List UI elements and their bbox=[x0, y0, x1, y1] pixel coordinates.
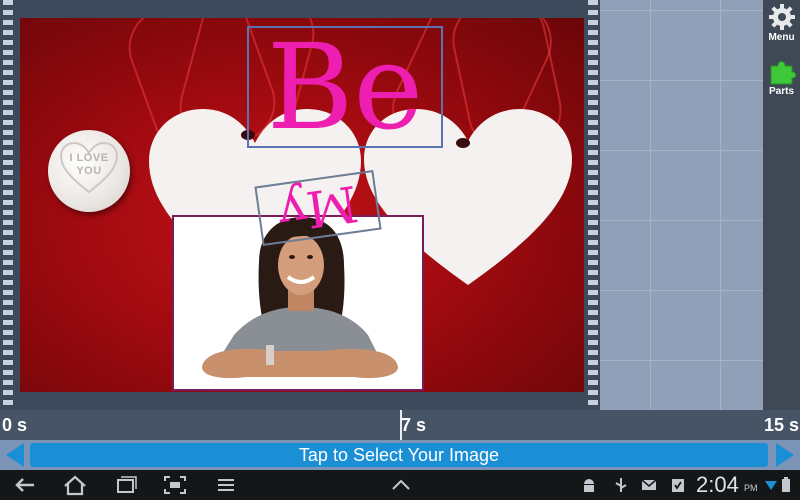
battery-icon bbox=[782, 477, 790, 492]
next-arrow-icon[interactable] bbox=[776, 443, 794, 467]
candy-heart: I LOVE YOU bbox=[48, 130, 130, 212]
canvas-area: I LOVE YOU Be My bbox=[0, 0, 763, 410]
candy-text-line2: YOU bbox=[76, 165, 102, 177]
task-icon bbox=[672, 479, 684, 492]
clock-ampm: PM bbox=[744, 483, 758, 493]
usb-icon bbox=[615, 478, 627, 492]
email-icon bbox=[641, 479, 657, 490]
inserted-image[interactable] bbox=[172, 215, 424, 391]
android-icon bbox=[584, 479, 594, 492]
film-perforations-left bbox=[3, 0, 13, 410]
text-overlay-be[interactable]: Be bbox=[247, 26, 443, 148]
chevron-up-icon[interactable] bbox=[388, 474, 414, 496]
wifi-icon bbox=[765, 481, 777, 490]
puzzle-icon bbox=[770, 61, 796, 85]
portrait-photo bbox=[174, 217, 422, 389]
menu-label: Menu bbox=[768, 32, 795, 43]
menu-icon[interactable] bbox=[213, 474, 239, 496]
timeline-start-label: 0 s bbox=[2, 415, 28, 435]
menu-button[interactable]: Menu bbox=[763, 2, 800, 43]
parts-button[interactable]: Parts bbox=[763, 56, 800, 97]
screenshot-icon[interactable] bbox=[162, 474, 188, 496]
right-sidebar: Menu Parts bbox=[763, 0, 800, 410]
timeline-mid-label: 7 s bbox=[401, 415, 427, 435]
previous-arrow-icon[interactable] bbox=[6, 443, 24, 467]
back-icon[interactable] bbox=[12, 474, 38, 496]
candy-text-line1: I LOVE bbox=[69, 152, 109, 164]
recent-apps-icon[interactable] bbox=[112, 474, 138, 496]
clock-time: 2:04 bbox=[696, 472, 739, 497]
gear-icon bbox=[768, 4, 795, 30]
candy-text: I LOVE YOU bbox=[48, 152, 130, 178]
timeline-end-label: 15 s bbox=[764, 415, 800, 435]
select-image-button[interactable]: Tap to Select Your Image bbox=[30, 443, 768, 467]
parts-label: Parts bbox=[768, 86, 794, 97]
film-perforations-right bbox=[588, 0, 598, 410]
home-icon[interactable] bbox=[62, 474, 88, 496]
